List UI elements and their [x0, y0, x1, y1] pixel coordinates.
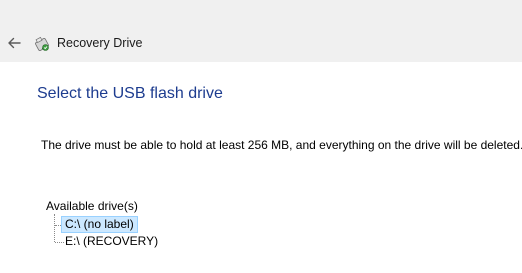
- window-title: Recovery Drive: [57, 36, 143, 50]
- title-bar: Recovery Drive: [0, 0, 522, 62]
- page-heading: Select the USB flash drive: [37, 85, 223, 102]
- drive-item-c[interactable]: C:\ (no label): [61, 216, 138, 233]
- back-button[interactable]: [4, 33, 24, 53]
- available-drives-label: Available drive(s): [46, 199, 138, 213]
- tree-connector-vertical: [54, 214, 55, 242]
- recovery-drive-icon: [33, 35, 51, 53]
- description-text: The drive must be able to hold at least …: [41, 138, 522, 152]
- back-arrow-icon: [8, 37, 21, 49]
- tree-connector-branch: [55, 242, 64, 243]
- drive-item-e[interactable]: E:\ (RECOVERY): [65, 234, 158, 249]
